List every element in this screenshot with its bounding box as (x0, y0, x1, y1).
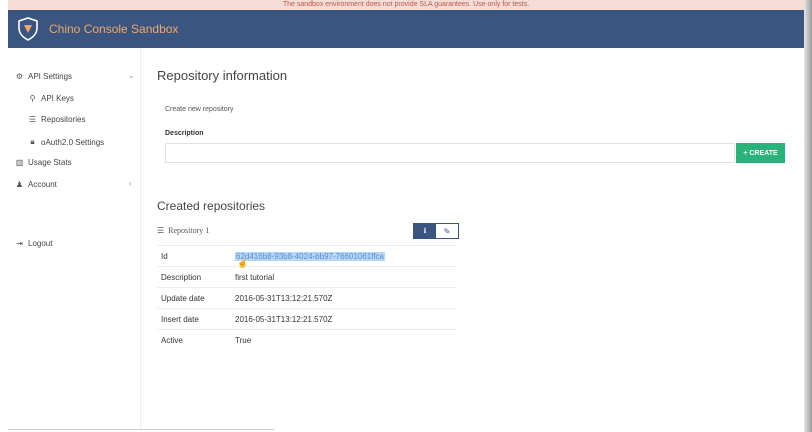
lock-icon: 🔒︎ (30, 137, 35, 146)
sign-out-icon: ⇥ (16, 239, 23, 248)
field-key: Description (161, 272, 202, 282)
sidebar-item-label: API Keys (41, 94, 74, 103)
sidebar-item-label: API Settings (28, 72, 73, 81)
table-row: Update date 2016-05-31T13:12:21.570Z (157, 287, 457, 308)
user-icon: ♟ (15, 180, 24, 189)
field-value: 2016-05-31T13:12:21.570Z (235, 314, 333, 324)
main-content: Repository information Create new reposi… (157, 48, 797, 430)
chino-shield-logo-icon[interactable] (16, 17, 40, 41)
create-button[interactable]: + CREATE (736, 143, 785, 163)
field-key: Id (161, 251, 168, 261)
repository-id-value[interactable]: 62d416b8-93b8-4024-bb97-76601061ffca (235, 251, 385, 261)
sidebar-item-repositories[interactable]: ☰ Repositories (28, 115, 86, 124)
hand-cursor-icon: ☝ (237, 258, 249, 268)
top-header: Chino Console Sandbox (8, 10, 804, 48)
field-value: True (235, 335, 252, 345)
description-label: Description (165, 130, 204, 137)
database-icon: ☰ (28, 115, 37, 124)
table-row: Active True (157, 329, 457, 350)
gears-icon: ⚙ (15, 72, 24, 81)
key-icon: ⚲ (29, 94, 36, 103)
description-input[interactable] (165, 143, 735, 163)
table-row: Description first tutorial (157, 266, 457, 287)
field-value: 2016-05-31T13:12:21.570Z (235, 293, 333, 303)
sandbox-warning-banner: The sandbox environment does not provide… (8, 0, 804, 10)
sidebar-item-label: oAuth2.0 Settings (41, 137, 105, 147)
chevron-left-icon[interactable]: ‹ (129, 179, 132, 188)
sidebar-item-logout[interactable]: ⇥ Logout (15, 239, 52, 248)
info-icon: ℹ (423, 228, 427, 235)
sidebar-item-oauth-settings[interactable]: 🔒︎ oAuth2.0 Settings (28, 137, 104, 147)
sidebar-item-label: Repositories (41, 115, 86, 124)
sidebar-item-label: Logout (28, 239, 53, 248)
sidebar-item-label: Usage Stats (28, 158, 72, 167)
window-edge (804, 0, 812, 432)
page-title: Repository information (157, 68, 288, 83)
sidebar-item-api-settings[interactable]: ⚙ API Settings (15, 72, 72, 81)
table-row: Id 62d416b8-93b8-4024-bb97-76601061ffca (157, 245, 457, 266)
repository-header: ☰ Repository 1 (157, 220, 457, 240)
sidebar: ⚙ API Settings ⌄ ⚲ API Keys ☰ Repositori… (8, 48, 141, 430)
field-key: Insert date (161, 314, 199, 324)
create-repository-label: Create new repository (165, 106, 234, 113)
created-repositories-title: Created repositories (157, 199, 266, 213)
edit-icon: ✎ (443, 226, 451, 236)
field-value: first tutorial (235, 272, 275, 282)
table-row: Insert date 2016-05-31T13:12:21.570Z (157, 308, 457, 329)
repository-name: Repository 1 (168, 225, 210, 235)
repository-actions: ℹ ✎ (413, 223, 459, 239)
database-icon: ☰ (157, 225, 165, 235)
sidebar-item-account[interactable]: ♟ Account (15, 180, 57, 189)
sidebar-item-usage-stats[interactable]: ▥ Usage Stats (15, 158, 72, 167)
app-title[interactable]: Chino Console Sandbox (49, 22, 178, 36)
sidebar-item-api-keys[interactable]: ⚲ API Keys (28, 94, 74, 103)
field-key: Update date (161, 293, 205, 303)
sidebar-item-label: Account (28, 180, 57, 189)
bar-chart-icon: ▥ (15, 158, 24, 167)
edit-button[interactable]: ✎ (436, 224, 458, 238)
chevron-down-icon[interactable]: ⌄ (128, 71, 135, 80)
repository-details-table: Id 62d416b8-93b8-4024-bb97-76601061ffca … (157, 245, 457, 350)
field-key: Active (161, 335, 183, 345)
info-button[interactable]: ℹ (414, 224, 436, 238)
